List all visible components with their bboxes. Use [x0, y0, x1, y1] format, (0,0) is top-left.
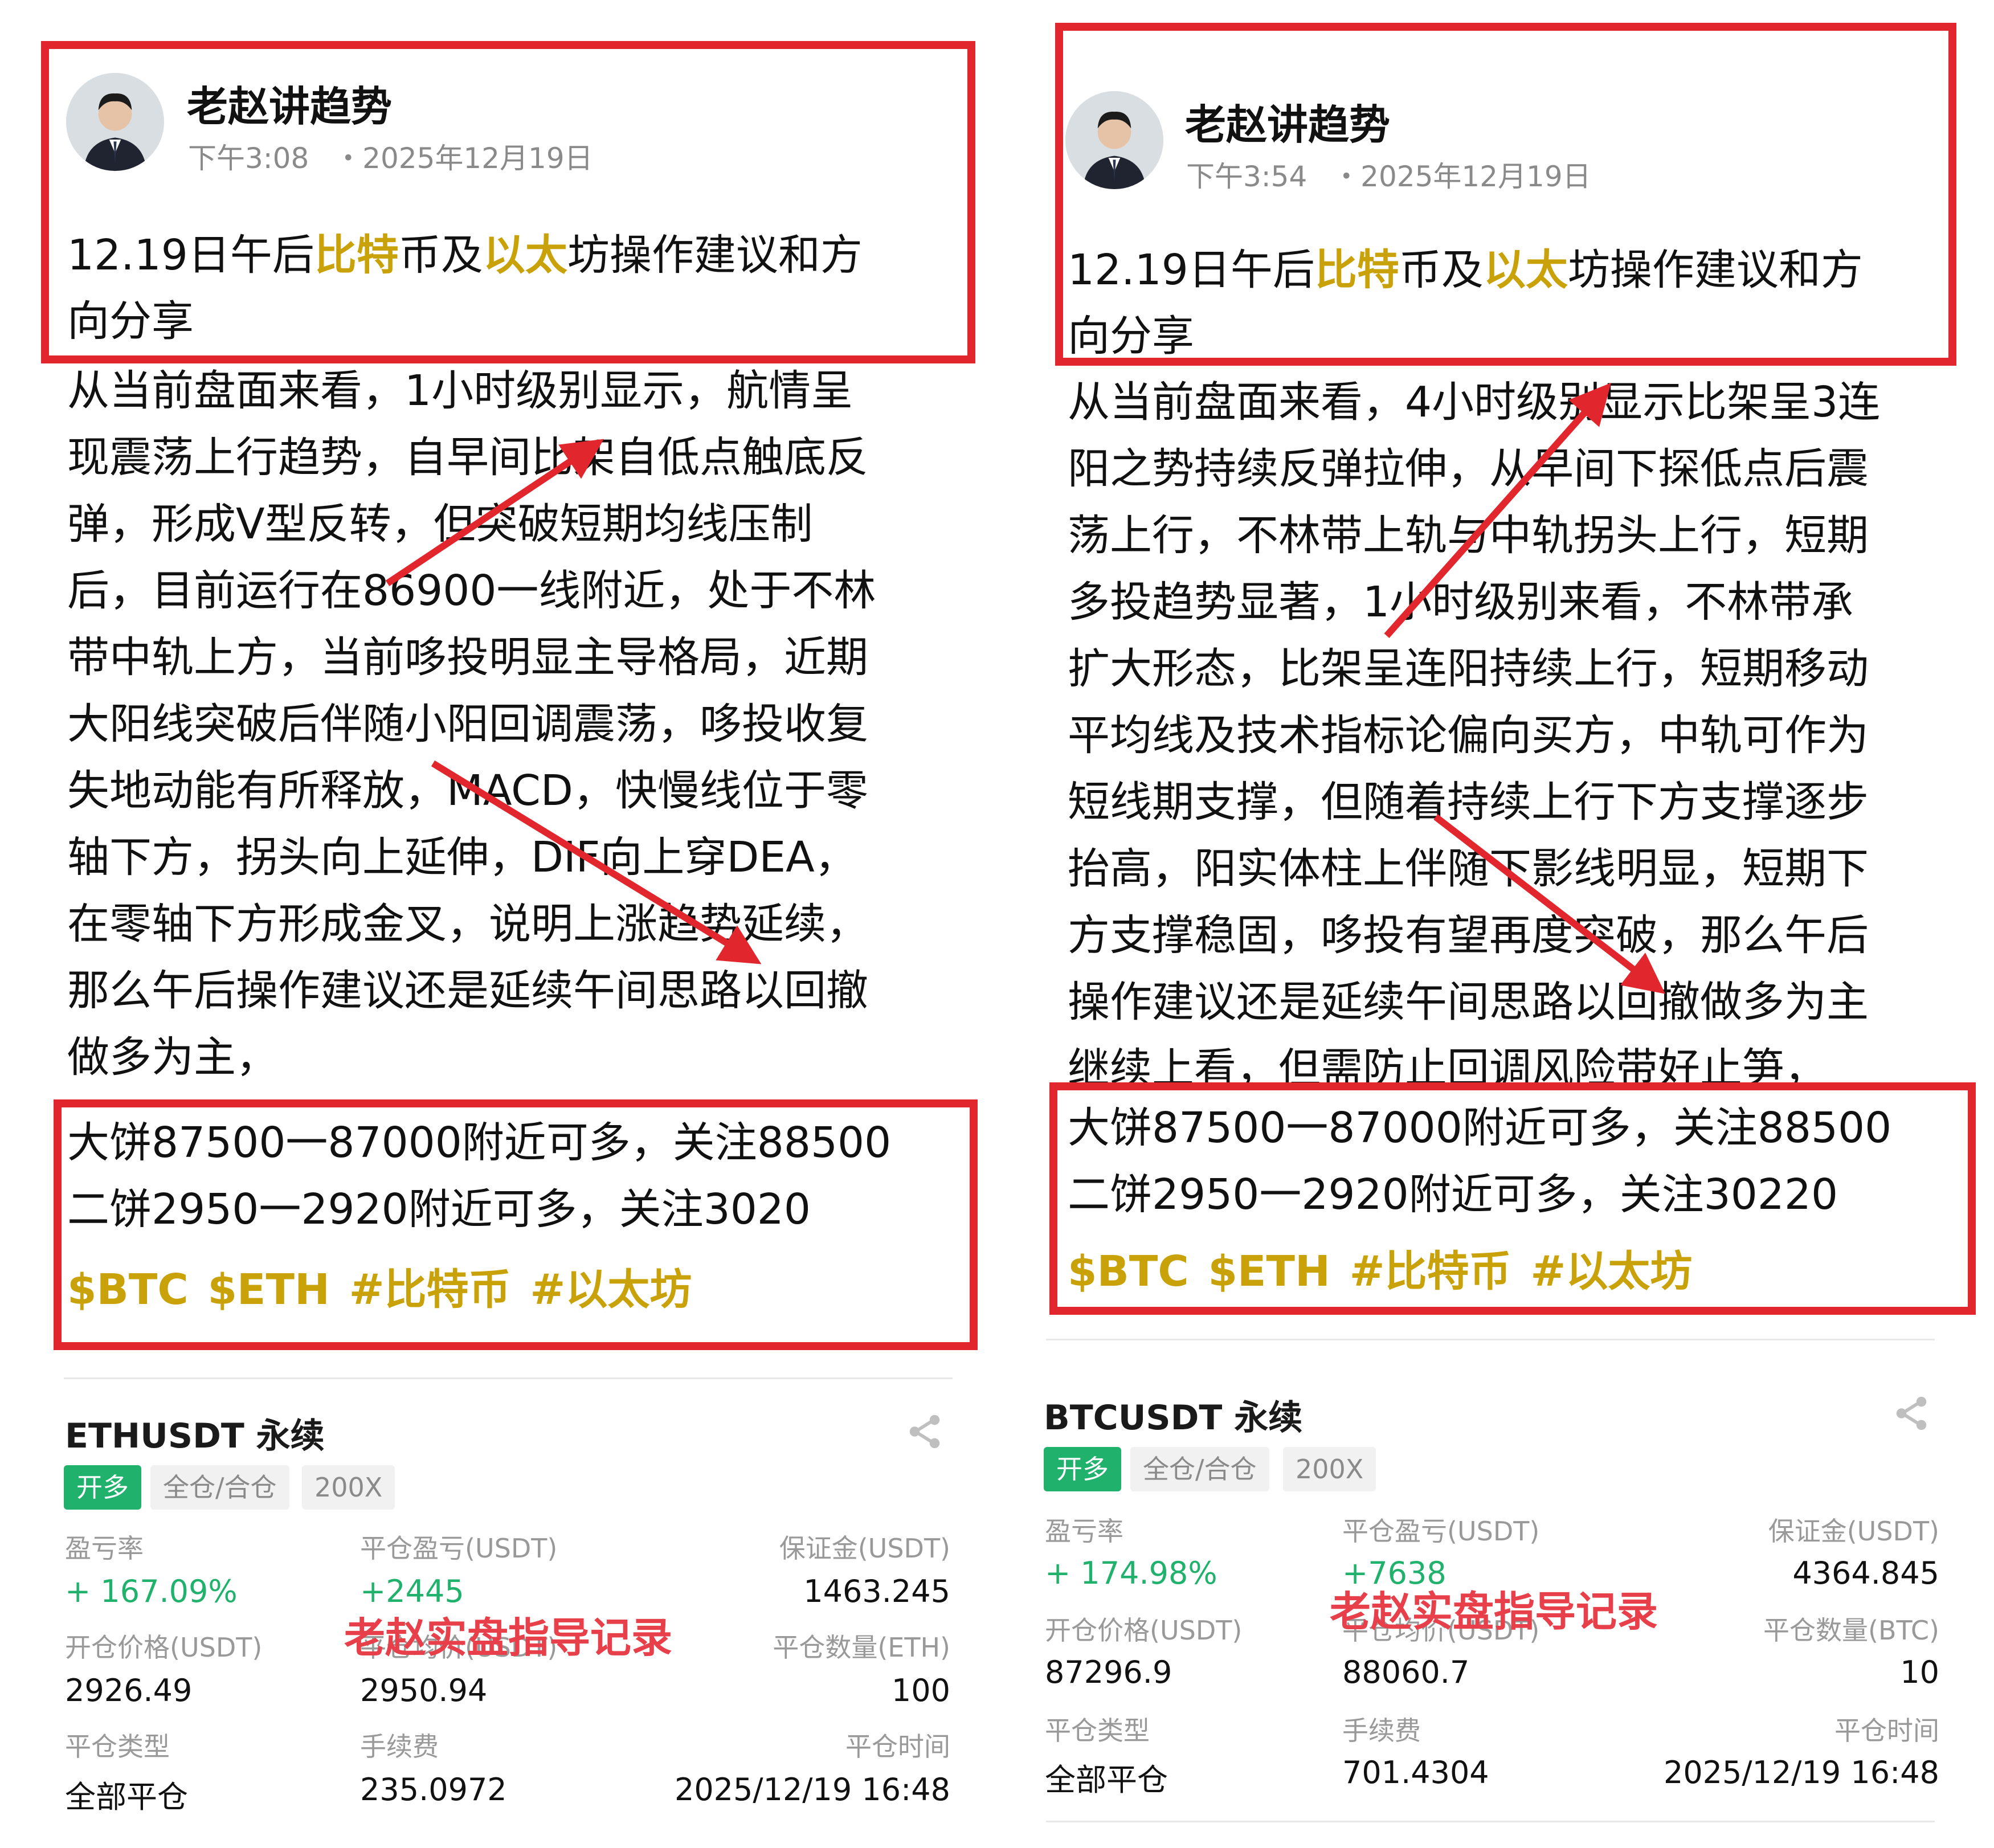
value-fee: 701.4304: [1342, 1755, 1489, 1790]
label-close-type: 平仓类型: [65, 1731, 170, 1762]
label-close-type: 平仓类型: [1045, 1715, 1150, 1746]
value-close-avg: 2950.94: [360, 1673, 488, 1708]
watermark-text: 老赵实盘指导记录: [1330, 1588, 1658, 1636]
share-icon[interactable]: [1891, 1393, 1931, 1433]
label-pnl-rate: 盈亏率: [1045, 1516, 1123, 1547]
value-close-qty: 100: [891, 1673, 950, 1708]
value-close-type: 全部平仓: [65, 1779, 188, 1815]
label-fee: 手续费: [360, 1731, 439, 1762]
highlight-frame-header: [1055, 23, 1956, 366]
card-title: ETHUSDT 永续: [65, 1416, 325, 1456]
value-close-time: 2025/12/19 16:48: [674, 1772, 950, 1808]
highlight-frame-advice: [54, 1099, 978, 1350]
post-body: 从当前盘面来看，4小时级别显示比架呈3连 阳之势持续反弹拉伸，从早间下探低点后震…: [1068, 378, 1881, 1093]
highlight-frame-advice: [1049, 1082, 1976, 1315]
label-close-qty: 平仓数量(BTC): [1763, 1615, 1939, 1646]
value-close-avg: 88060.7: [1342, 1654, 1470, 1690]
value-open-price: 87296.9: [1045, 1654, 1172, 1690]
label-close-time: 平仓时间: [845, 1731, 950, 1762]
card-divider: [64, 1377, 953, 1379]
label-close-pnl: 平仓盈亏(USDT): [1342, 1516, 1540, 1547]
label-pnl-rate: 盈亏率: [65, 1533, 144, 1564]
label-close-time: 平仓时间: [1834, 1715, 1939, 1746]
badge-long: 开多: [64, 1465, 141, 1510]
watermark-text: 老赵实盘指导记录: [344, 1614, 673, 1662]
value-close-type: 全部平仓: [1045, 1762, 1168, 1798]
card-title: BTCUSDT 永续: [1044, 1398, 1303, 1438]
label-open-price: 开仓价格(USDT): [65, 1632, 263, 1663]
post-body: 从当前盘面来看，1小时级别显示，航情呈 现震荡上行趋势，自早间比架自低点触底反 …: [67, 366, 876, 1082]
badge-margin-mode: 全仓/合仓: [150, 1465, 289, 1510]
label-margin: 保证金(USDT): [1768, 1516, 1939, 1547]
value-close-qty: 10: [1900, 1654, 1939, 1690]
highlight-frame-header: [41, 41, 975, 363]
badge-long: 开多: [1044, 1447, 1121, 1491]
label-close-qty: 平仓数量(ETH): [773, 1632, 950, 1663]
value-margin: 4364.845: [1792, 1555, 1939, 1591]
card-divider: [1046, 1339, 1935, 1340]
badge-leverage: 200X: [302, 1465, 395, 1510]
share-icon[interactable]: [905, 1412, 945, 1452]
label-open-price: 开仓价格(USDT): [1045, 1615, 1243, 1646]
value-open-price: 2926.49: [65, 1673, 193, 1708]
value-fee: 235.0972: [360, 1772, 507, 1808]
value-close-time: 2025/12/19 16:48: [1663, 1755, 1939, 1790]
label-close-pnl: 平仓盈亏(USDT): [360, 1533, 558, 1564]
value-pnl-rate: + 167.09%: [65, 1573, 238, 1609]
card-bottom-divider: [1046, 1821, 1935, 1822]
label-fee: 手续费: [1342, 1715, 1421, 1746]
badge-leverage: 200X: [1283, 1447, 1376, 1491]
badge-margin-mode: 全仓/合仓: [1130, 1447, 1269, 1491]
value-margin: 1463.245: [803, 1573, 950, 1609]
label-margin: 保证金(USDT): [779, 1533, 950, 1564]
value-pnl-rate: + 174.98%: [1045, 1555, 1217, 1591]
